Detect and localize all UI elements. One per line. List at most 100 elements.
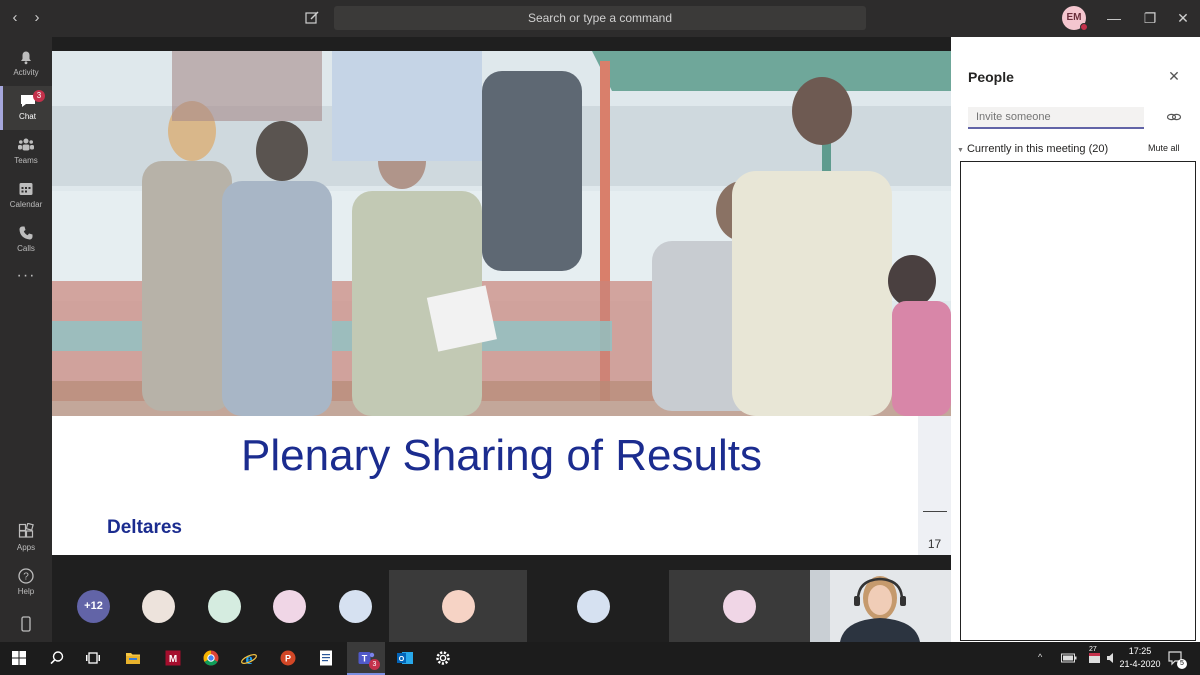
folder-icon <box>126 653 140 664</box>
internet-explorer-icon: e <box>241 651 257 667</box>
windows-taskbar: M e P T 3 O ^ 27 17:25 21-4-2020 5 <box>0 642 1200 675</box>
participant-avatar[interactable] <box>339 590 372 623</box>
gear-icon <box>436 651 450 665</box>
slide-photo <box>52 51 951 416</box>
calendar-tray-badge: 27 <box>1089 646 1097 653</box>
meeting-stage: Plenary Sharing of Results Deltares 17 +… <box>52 37 951 642</box>
calendar-icon <box>19 183 33 195</box>
system-clock[interactable]: 17:25 21-4-2020 <box>1116 645 1164 671</box>
rail-label: Calls <box>17 244 35 253</box>
rail-item-calendar[interactable]: Calendar <box>0 174 52 218</box>
taskbar-teams[interactable]: T 3 <box>347 642 385 675</box>
people-panel: People ✕ ▼Currently in this meeting (20)… <box>951 37 1200 642</box>
command-search-box[interactable]: Search or type a command <box>334 6 866 30</box>
chrome-icon <box>203 650 219 666</box>
rail-label: Apps <box>16 543 36 552</box>
app-rail: Activity Chat 3 Teams Calendar Calls ···… <box>0 37 52 642</box>
participant-avatar[interactable] <box>208 590 241 623</box>
taskbar-outlook[interactable]: O <box>388 642 422 675</box>
shared-slide: Plenary Sharing of Results Deltares 17 <box>52 51 951 555</box>
svg-text:O: O <box>399 656 405 663</box>
chat-badge: 3 <box>33 90 45 102</box>
svg-text:?: ? <box>23 572 29 583</box>
rail-item-calls[interactable]: Calls <box>0 218 52 262</box>
svg-text:T: T <box>362 654 368 664</box>
task-view-icon <box>86 652 100 664</box>
powerpoint-icon: P <box>280 650 296 666</box>
overflow-participants-button[interactable]: +12 <box>77 590 110 623</box>
taskbar-settings[interactable] <box>426 642 460 675</box>
invite-someone-input[interactable] <box>968 107 1144 129</box>
svg-text:e: e <box>245 651 252 667</box>
taskbar-chrome[interactable] <box>194 642 228 675</box>
rail-item-activity[interactable]: Activity <box>0 42 52 86</box>
clock-date: 21-4-2020 <box>1119 659 1161 669</box>
participant-tile[interactable] <box>669 570 810 642</box>
mute-all-button[interactable]: Mute all <box>1148 143 1180 153</box>
forward-arrow-icon[interactable]: › <box>28 9 46 27</box>
battery-icon[interactable] <box>1061 653 1077 663</box>
section-label: Currently in this meeting (20) <box>966 143 1109 155</box>
rail-label: Chat <box>19 112 36 121</box>
close-icon[interactable]: ✕ <box>1165 67 1183 85</box>
participant-gallery: +12 <box>52 570 951 642</box>
outlook-icon: O <box>397 652 413 664</box>
participant-tile[interactable] <box>527 570 669 642</box>
slide-title: Plenary Sharing of Results <box>241 431 762 480</box>
svg-text:P: P <box>285 654 291 664</box>
chevron-down-icon: ▼ <box>957 147 964 154</box>
device-button[interactable] <box>0 607 52 641</box>
rail-label: Help <box>17 587 35 596</box>
apps-icon <box>18 523 34 538</box>
slide-logo: Deltares <box>107 517 182 538</box>
taskbar-internet-explorer[interactable]: e <box>232 642 266 675</box>
minimize-icon[interactable]: — <box>1105 9 1123 27</box>
close-window-icon[interactable]: ✕ <box>1174 9 1192 27</box>
rail-item-teams[interactable]: Teams <box>0 130 52 174</box>
rail-label: Activity <box>13 68 39 77</box>
mendeley-icon: M <box>165 650 181 666</box>
ellipsis-icon: ··· <box>16 267 36 284</box>
taskbar-powerpoint[interactable]: P <box>271 642 305 675</box>
participant-video-tile[interactable] <box>810 570 951 642</box>
participant-avatar[interactable] <box>142 590 175 623</box>
participant-tile-group: +12 <box>52 570 389 642</box>
svg-text:M: M <box>169 654 177 665</box>
teams-icon <box>18 138 34 151</box>
clock-time: 17:25 <box>1128 646 1152 656</box>
rail-item-chat[interactable]: Chat 3 <box>0 86 52 130</box>
restore-icon[interactable]: ❐ <box>1141 9 1159 27</box>
participant-avatar <box>723 590 756 623</box>
taskbar-mendeley[interactable]: M <box>156 642 190 675</box>
link-icon[interactable] <box>1165 108 1183 126</box>
taskbar-word[interactable] <box>309 642 343 675</box>
compose-icon[interactable] <box>303 9 321 27</box>
teams-badge: 3 <box>369 659 380 670</box>
slide-divider <box>923 511 947 512</box>
search-icon <box>50 651 64 665</box>
participant-avatar <box>577 590 610 623</box>
taskbar-search-button[interactable] <box>40 642 74 675</box>
rail-item-apps[interactable]: Apps <box>0 517 52 561</box>
taskbar-file-explorer[interactable] <box>116 642 150 675</box>
rail-item-help[interactable]: ? Help <box>0 561 52 605</box>
rail-label: Teams <box>14 156 38 165</box>
help-icon: ? <box>18 568 34 584</box>
participant-tile[interactable] <box>389 570 527 642</box>
task-view-button[interactable] <box>76 642 110 675</box>
participant-avatar <box>442 590 475 623</box>
presence-status-icon <box>1080 23 1088 31</box>
participant-avatar[interactable] <box>273 590 306 623</box>
back-arrow-icon[interactable]: ‹ <box>6 9 24 27</box>
more-apps-button[interactable]: ··· <box>0 263 52 291</box>
phone-icon <box>19 226 33 240</box>
meeting-participants-section[interactable]: ▼ Currently in this meeting (20) <box>957 143 1108 155</box>
show-hidden-icons-chevron-up-icon[interactable]: ^ <box>1038 652 1042 665</box>
title-bar: ‹ › Search or type a command EM — ❐ ✕ <box>0 0 1200 37</box>
slide-page-number: 17 <box>927 537 942 551</box>
notification-count-badge: 5 <box>1177 659 1187 669</box>
participant-video <box>810 570 951 642</box>
start-button[interactable] <box>2 642 36 675</box>
participant-list <box>960 161 1196 641</box>
panel-title: People <box>968 69 1014 85</box>
